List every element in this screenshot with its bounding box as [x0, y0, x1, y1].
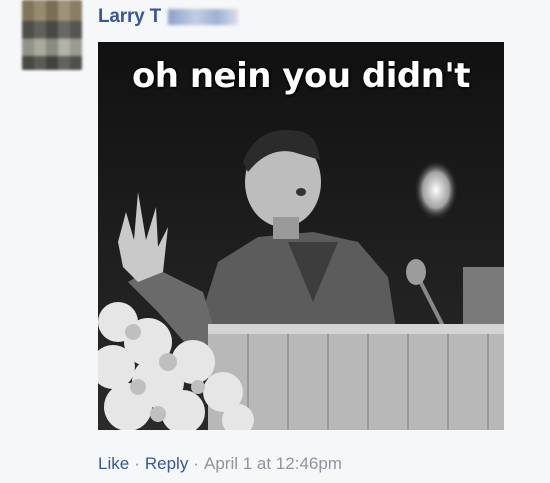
comment-actions-bar: Like · Reply · April 1 at 12:46pm	[98, 454, 342, 474]
separator: ·	[193, 454, 199, 473]
commenter-avatar[interactable]	[22, 0, 82, 70]
reply-button[interactable]: Reply	[145, 454, 188, 473]
meme-caption: oh nein you didn't	[131, 56, 471, 96]
name-redaction-blur	[168, 9, 238, 25]
comment-image[interactable]: oh nein you didn't	[98, 42, 504, 430]
separator: ·	[134, 454, 140, 473]
like-button[interactable]: Like	[98, 454, 129, 473]
comment-timestamp[interactable]: April 1 at 12:46pm	[204, 454, 342, 473]
commenter-name[interactable]: Larry T	[98, 6, 161, 28]
meme-photo-illustration	[98, 42, 504, 430]
